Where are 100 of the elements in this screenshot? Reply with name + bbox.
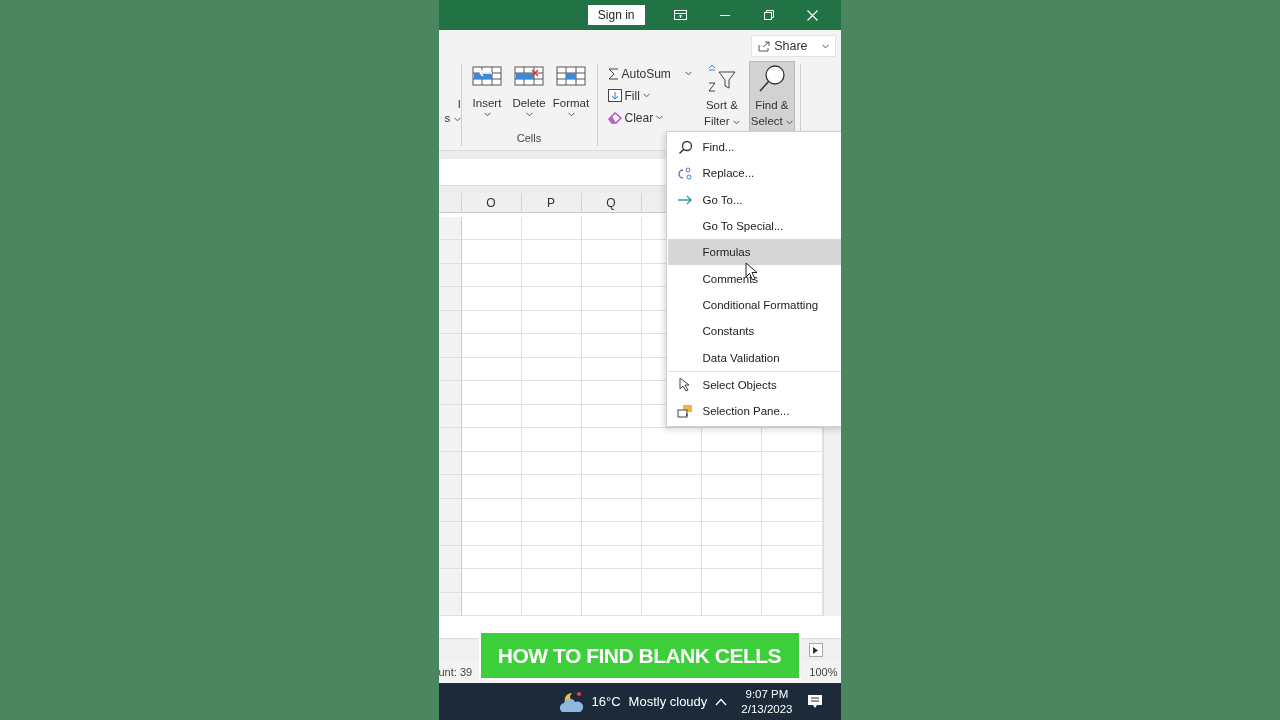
menu-item[interactable]: Formulas xyxy=(667,239,841,266)
sheet-cell[interactable] xyxy=(461,287,522,311)
sheet-cell[interactable] xyxy=(461,522,522,546)
sheet-cell[interactable] xyxy=(581,357,642,381)
column-header[interactable]: Q xyxy=(581,193,642,213)
sheet-cell[interactable] xyxy=(521,334,582,358)
sheet-cell[interactable] xyxy=(701,592,762,616)
sheet-cell[interactable] xyxy=(581,498,642,522)
sheet-cell[interactable] xyxy=(461,428,522,452)
sheet-cell[interactable] xyxy=(641,569,702,593)
sheet-cell[interactable] xyxy=(461,404,522,428)
menu-item[interactable]: Selection Pane... xyxy=(667,397,841,425)
sheet-cell[interactable] xyxy=(521,475,582,499)
sheet-cell[interactable] xyxy=(641,592,702,616)
sheet-cell[interactable] xyxy=(461,381,522,405)
sheet-cell[interactable] xyxy=(761,592,823,616)
share-button[interactable]: Share xyxy=(751,35,836,57)
sheet-cell[interactable] xyxy=(521,287,582,311)
sheet-cell[interactable] xyxy=(461,569,522,593)
sheet-cell[interactable] xyxy=(461,475,522,499)
sheet-cell[interactable] xyxy=(581,287,642,311)
sheet-cell[interactable] xyxy=(521,569,582,593)
sheet-cell[interactable] xyxy=(581,428,642,452)
sheet-cell[interactable] xyxy=(581,216,642,240)
sheet-cell[interactable] xyxy=(521,404,582,428)
ribbon-button[interactable]: AutoSum xyxy=(605,64,694,83)
sheet-cell[interactable] xyxy=(461,545,522,569)
sheet-cell[interactable] xyxy=(521,592,582,616)
sheet-cell[interactable] xyxy=(641,428,702,452)
sheet-cell[interactable] xyxy=(461,592,522,616)
sheet-cell[interactable] xyxy=(521,428,582,452)
sheet-cell[interactable] xyxy=(701,428,762,452)
sheet-cell[interactable] xyxy=(641,522,702,546)
sheet-cell[interactable] xyxy=(521,545,582,569)
sheet-cell[interactable] xyxy=(461,334,522,358)
sheet-cell[interactable] xyxy=(581,451,642,475)
sheet-cell[interactable] xyxy=(701,498,762,522)
sheet-cell[interactable] xyxy=(581,522,642,546)
sheet-cell[interactable] xyxy=(641,451,702,475)
menu-item[interactable]: Go To Special... xyxy=(667,212,841,240)
sheet-cell[interactable] xyxy=(761,545,823,569)
sheet-cell[interactable] xyxy=(581,263,642,287)
menu-item[interactable]: Comments xyxy=(667,265,841,292)
chevron-up-icon[interactable] xyxy=(715,697,728,706)
scroll-right-button[interactable] xyxy=(808,643,823,657)
menu-item[interactable]: Replace... xyxy=(667,160,841,187)
sheet-cell[interactable] xyxy=(581,404,642,428)
sheet-cell[interactable] xyxy=(521,357,582,381)
temperature[interactable]: 16°C xyxy=(591,694,621,709)
sign-in-button[interactable]: Sign in xyxy=(587,5,645,25)
sheet-cell[interactable] xyxy=(761,569,823,593)
sheet-cell[interactable] xyxy=(521,240,582,264)
sheet-cell[interactable] xyxy=(581,569,642,593)
sheet-cell[interactable] xyxy=(701,569,762,593)
sheet-cell[interactable] xyxy=(461,240,522,264)
sheet-cell[interactable] xyxy=(461,498,522,522)
sheet-cell[interactable] xyxy=(701,522,762,546)
sheet-cell[interactable] xyxy=(521,310,582,334)
sheet-cell[interactable] xyxy=(461,310,522,334)
sheet-cell[interactable] xyxy=(581,240,642,264)
zoom-level[interactable]: 100% xyxy=(809,666,838,678)
sheet-cell[interactable] xyxy=(521,451,582,475)
sheet-cell[interactable] xyxy=(701,451,762,475)
sheet-cell[interactable] xyxy=(641,498,702,522)
clock[interactable]: 9:07 PM 2/13/2023 xyxy=(741,686,793,717)
menu-item[interactable]: Conditional Formatting xyxy=(667,291,841,319)
notification-icon[interactable] xyxy=(806,694,823,709)
ribbon-button[interactable]: Fill xyxy=(605,86,694,105)
sheet-cell[interactable] xyxy=(701,545,762,569)
sheet-cell[interactable] xyxy=(521,498,582,522)
sheet-cell[interactable] xyxy=(581,310,642,334)
weather-text[interactable]: Mostly cloudy xyxy=(628,694,708,709)
menu-item[interactable]: Constants xyxy=(667,318,841,345)
menu-item[interactable]: Data Validation xyxy=(667,344,841,371)
sheet-cell[interactable] xyxy=(521,381,582,405)
sheet-cell[interactable] xyxy=(761,498,823,522)
sheet-cell[interactable] xyxy=(761,451,823,475)
sheet-cell[interactable] xyxy=(641,545,702,569)
sheet-cell[interactable] xyxy=(581,334,642,358)
sheet-cell[interactable] xyxy=(461,357,522,381)
sheet-cell[interactable] xyxy=(761,522,823,546)
sheet-cell[interactable] xyxy=(461,451,522,475)
ribbon-button[interactable]: Format xyxy=(551,62,591,119)
sheet-cell[interactable] xyxy=(581,545,642,569)
sheet-cell[interactable] xyxy=(761,428,823,452)
ribbon-button[interactable]: Insert xyxy=(467,62,507,119)
sheet-cell[interactable] xyxy=(641,475,702,499)
column-header[interactable]: O xyxy=(461,193,522,213)
sheet-cell[interactable] xyxy=(581,381,642,405)
sheet-cell[interactable] xyxy=(581,592,642,616)
menu-item[interactable]: Select Objects xyxy=(667,370,841,398)
ribbon-button[interactable]: Clear xyxy=(605,108,694,127)
sheet-cell[interactable] xyxy=(521,263,582,287)
sheet-cell[interactable] xyxy=(581,475,642,499)
sheet-cell[interactable] xyxy=(521,522,582,546)
menu-item[interactable]: Go To... xyxy=(667,186,841,213)
sheet-cell[interactable] xyxy=(761,475,823,499)
sheet-cell[interactable] xyxy=(461,263,522,287)
column-header[interactable]: P xyxy=(521,193,582,213)
sheet-cell[interactable] xyxy=(521,216,582,240)
